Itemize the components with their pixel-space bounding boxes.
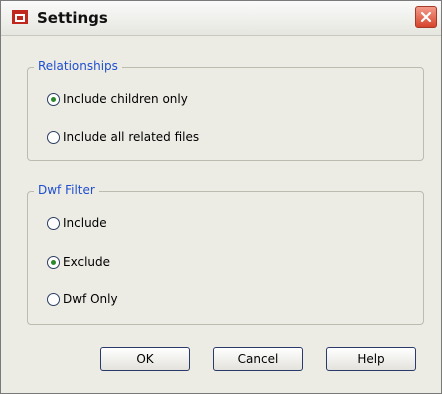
radio-label: Dwf Only (63, 292, 118, 306)
radio-exclude[interactable]: Exclude (47, 253, 110, 271)
radio-button[interactable] (47, 292, 60, 306)
radio-button[interactable] (47, 216, 60, 230)
radio-label: Include (63, 216, 107, 230)
radio-button[interactable] (47, 255, 60, 269)
relationships-group: Relationships Include children only Incl… (27, 59, 424, 161)
radio-dwf-only[interactable]: Dwf Only (47, 290, 118, 308)
dwf-filter-legend: Dwf Filter (34, 183, 99, 197)
close-button[interactable] (415, 6, 437, 28)
radio-include[interactable]: Include (47, 214, 107, 232)
ok-button[interactable]: OK (100, 347, 190, 371)
radio-label: Include all related files (63, 130, 200, 144)
autodesk-app-icon (12, 10, 28, 24)
help-button[interactable]: Help (326, 347, 416, 371)
radio-include-children-only[interactable]: Include children only (47, 90, 188, 108)
relationships-legend: Relationships (34, 59, 122, 73)
radio-include-all-related-files[interactable]: Include all related files (47, 128, 199, 146)
cancel-button[interactable]: Cancel (213, 347, 303, 371)
dwf-filter-group: Dwf Filter Include Exclude Dwf Only (27, 183, 424, 325)
radio-label: Include children only (63, 92, 188, 106)
radio-button[interactable] (47, 130, 60, 144)
settings-dialog: Settings Relationships Include children … (0, 0, 442, 394)
radio-button[interactable] (47, 92, 60, 106)
dialog-title: Settings (37, 9, 108, 27)
radio-label: Exclude (63, 255, 111, 269)
close-icon (420, 11, 432, 23)
title-bar: Settings (1, 1, 441, 36)
